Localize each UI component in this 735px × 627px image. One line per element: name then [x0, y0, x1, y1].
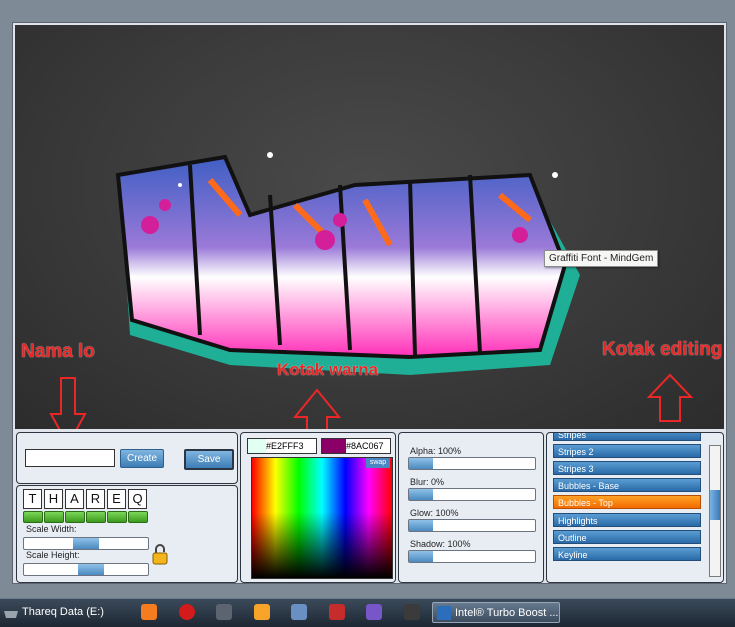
alpha-label: Alpha: 100% — [410, 446, 462, 456]
taskbar-item-explorer-label: Thareq Data (E:) — [22, 606, 104, 618]
layer-item[interactable]: Stripes — [553, 433, 701, 441]
layer-item[interactable]: Highlights — [553, 513, 701, 527]
color1-field[interactable]: #E2FFF3 — [247, 438, 317, 454]
layer-item[interactable]: Stripes 3 — [553, 461, 701, 475]
layer-list: Stripes Stripes 2 Stripes 3 Bubbles - Base B… — [547, 433, 712, 582]
shadow-slider[interactable] — [408, 550, 536, 563]
lock-icon[interactable] — [152, 543, 168, 565]
swap-button[interactable]: swap — [366, 458, 390, 468]
letter-toggle[interactable] — [128, 511, 148, 523]
letter-toggle[interactable] — [86, 511, 106, 523]
graffiti-canvas[interactable]: Graffiti Font - MindGem Nama lo Kotak wa… — [15, 25, 724, 429]
shadow-thumb[interactable] — [409, 551, 433, 562]
color2-swatch — [322, 439, 346, 453]
create-button[interactable]: Create — [120, 449, 164, 468]
name-panel: Create Save — [16, 432, 238, 484]
layer-item[interactable]: Bubbles - Base — [553, 478, 701, 492]
annotation-arrows — [49, 373, 694, 429]
layers-scrollbar[interactable] — [709, 445, 721, 577]
media-player-icon[interactable] — [216, 604, 232, 620]
arrow-up-icon-right — [646, 373, 694, 422]
letters-panel: T H A R E Q Scale Width: Scale Height: — [16, 485, 238, 583]
letter-box[interactable]: Q — [128, 489, 147, 509]
arrow-up-icon — [292, 388, 342, 429]
letter-box[interactable]: E — [107, 489, 126, 509]
letter-box[interactable]: A — [65, 489, 84, 509]
name-input[interactable] — [25, 449, 115, 467]
graffiti-app-window: Graffiti Font - MindGem Nama lo Kotak wa… — [12, 22, 727, 584]
color-panel: #E2FFF3 #8AC067 swap — [240, 432, 396, 583]
color1-swatch — [248, 439, 266, 453]
layers-scrollbar-thumb[interactable] — [710, 490, 720, 520]
letter-box[interactable]: T — [23, 489, 42, 509]
firefox-icon[interactable] — [141, 604, 157, 620]
color-spectrum-picker[interactable] — [251, 457, 393, 579]
color1-value: #E2FFF3 — [266, 441, 304, 451]
arrow-down-icon — [49, 377, 87, 429]
drive-icon — [4, 611, 18, 618]
shield-icon[interactable] — [329, 604, 345, 620]
scale-height-label: Scale Height: — [26, 550, 80, 560]
letter-toggle[interactable] — [107, 511, 127, 523]
layer-item[interactable]: Bubbles - Top — [553, 495, 701, 509]
letter-box[interactable]: H — [44, 489, 63, 509]
alpha-thumb[interactable] — [409, 458, 433, 469]
taskbar-item-explorer[interactable]: Thareq Data (E:) — [0, 602, 130, 623]
glow-slider[interactable] — [408, 519, 536, 532]
letter-toggle[interactable] — [44, 511, 64, 523]
shadow-label: Shadow: 100% — [410, 539, 471, 549]
glow-thumb[interactable] — [409, 520, 433, 531]
layer-item[interactable]: Stripes 2 — [553, 444, 701, 458]
layers-panel: Stripes Stripes 2 Stripes 3 Bubbles - Base B… — [546, 432, 724, 583]
scale-height-thumb[interactable] — [78, 564, 104, 575]
letter-box[interactable]: R — [86, 489, 105, 509]
scale-height-slider[interactable] — [23, 563, 149, 576]
layer-item[interactable]: Keyline — [553, 547, 701, 561]
monitor-icon[interactable] — [404, 604, 420, 620]
taskbar-item-intel[interactable]: Intel® Turbo Boost ... — [432, 602, 560, 623]
layer-item[interactable]: Outline — [553, 530, 701, 544]
scale-width-label: Scale Width: — [26, 524, 77, 534]
glow-label: Glow: 100% — [410, 508, 459, 518]
taskbar: Thareq Data (E:) Intel® Turbo Boost ... — [0, 598, 735, 627]
blur-label: Blur: 0% — [410, 477, 445, 487]
taskbar-item-intel-label: Intel® Turbo Boost ... — [455, 607, 559, 619]
blur-slider[interactable] — [408, 488, 536, 501]
opera-icon[interactable] — [179, 604, 195, 620]
save-button[interactable]: Save — [184, 449, 234, 470]
blur-thumb[interactable] — [409, 489, 433, 500]
alpha-slider[interactable] — [408, 457, 536, 470]
letter-toggle[interactable] — [65, 511, 85, 523]
letter-toggle[interactable] — [23, 511, 43, 523]
game-icon[interactable] — [366, 604, 382, 620]
color2-value: #8AC067 — [346, 441, 384, 451]
intel-icon — [437, 606, 451, 620]
color2-field[interactable]: #8AC067 — [321, 438, 391, 454]
network-icon[interactable] — [291, 604, 307, 620]
scale-width-slider[interactable] — [23, 537, 149, 550]
scale-width-thumb[interactable] — [73, 538, 99, 549]
play-icon[interactable] — [254, 604, 270, 620]
effects-panel: Alpha: 100% Blur: 0% Glow: 100% Shadow: … — [398, 432, 544, 583]
